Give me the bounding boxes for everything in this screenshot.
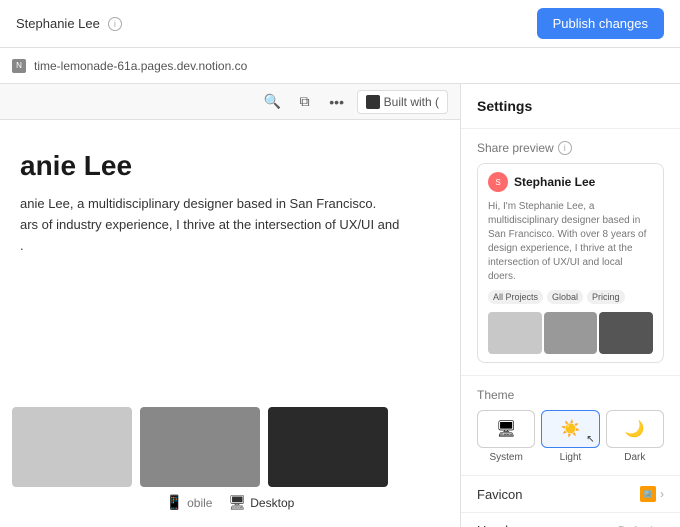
favicon-row[interactable]: Favicon ⚙️ › [461,476,680,513]
app-container: Stephanie Lee i Publish changes N time-l… [0,0,680,527]
preview-name: anie Lee [20,150,440,182]
url-text: time-lemonade-61a.pages.dev.notion.co [34,59,668,73]
more-options-icon[interactable]: ••• [325,90,349,114]
theme-dark-option[interactable]: 🌙 Dark [606,410,664,463]
header-label: Header [477,523,520,527]
share-preview-tags: All Projects Global Pricing [478,290,663,312]
notion-logo-icon [366,95,380,109]
main-area: 🔍 ⧉ ••• Built with ( anie Lee anie Lee, … [0,84,680,527]
publish-button[interactable]: Publish changes [537,8,664,39]
thumbnail-1 [12,407,132,487]
theme-dark-label: Dark [624,452,645,463]
avatar: S [488,172,508,192]
desktop-label: Desktop [250,496,294,510]
copy-icon[interactable]: ⧉ [293,90,317,114]
thumbnail-2 [140,407,260,487]
top-bar: Stephanie Lee i Publish changes [0,0,680,48]
thumbnail-3 [268,407,388,487]
theme-light-option[interactable]: ☀️ ↖ Light [541,410,599,463]
share-preview-top: S Stephanie Lee [478,164,663,200]
share-preview-label: Share preview i [477,141,664,155]
theme-system-icon-box: 🖥 [477,410,535,448]
desktop-view-option[interactable]: 🖥 Desktop [228,494,294,511]
favicon-chevron: › [660,487,664,501]
tag-all-projects: All Projects [488,290,543,304]
share-preview-card: S Stephanie Lee Hi, I'm Stephanie Lee, a… [477,163,664,363]
info-icon[interactable]: i [108,17,122,31]
preview-thumbnails [0,407,460,487]
share-preview-description: Hi, I'm Stephanie Lee, a multidisciplina… [478,200,663,290]
tag-pricing: Pricing [587,290,625,304]
header-value: Default › [618,524,664,527]
share-preview-name: Stephanie Lee [514,175,595,189]
view-toggle: 📱 obile 🖥 Desktop [0,486,460,519]
mobile-view-option[interactable]: 📱 obile [166,494,213,511]
header-value-text: Default [618,524,656,527]
built-with-label: Built with ( [384,95,439,109]
theme-options: 🖥 System ☀️ ↖ Light 🌙 [477,410,664,463]
favicon-icon: ⚙️ [640,486,656,502]
share-preview-info-icon[interactable]: i [558,141,572,155]
preview-desc-line3: . [20,238,24,253]
url-bar-row: N time-lemonade-61a.pages.dev.notion.co [0,48,680,84]
share-preview-images [478,312,663,362]
theme-dark-icon-box: 🌙 [606,410,664,448]
cursor-icon: ↖ [586,434,594,445]
dark-icon: 🌙 [625,419,645,439]
desktop-icon: 🖥 [228,494,246,511]
tag-global: Global [547,290,583,304]
preview-description: anie Lee, a multidisciplinary designer b… [20,194,440,256]
preview-content: anie Lee anie Lee, a multidisciplinary d… [0,120,460,286]
preview-desc-line2: ars of industry experience, I thrive at … [20,217,399,232]
preview-img-1 [488,312,542,354]
theme-label: Theme [477,388,664,402]
notion-favicon-icon: N [12,59,26,73]
settings-panel: Settings Share preview i S Stephanie Lee… [460,84,680,527]
theme-system-option[interactable]: 🖥 System [477,410,535,463]
mobile-label: obile [187,496,212,510]
preview-toolbar: 🔍 ⧉ ••• Built with ( [0,84,460,120]
theme-light-icon-box: ☀️ ↖ [541,410,599,448]
site-name: Stephanie Lee [16,16,100,31]
favicon-label: Favicon [477,487,523,502]
system-icon: 🖥 [496,419,516,439]
header-chevron: › [660,524,664,527]
theme-light-label: Light [560,452,582,463]
top-bar-left: Stephanie Lee i [16,16,122,31]
search-icon[interactable]: 🔍 [261,90,285,114]
theme-system-label: System [489,452,522,463]
preview-desc-line1: anie Lee, a multidisciplinary designer b… [20,196,376,211]
theme-section: Theme 🖥 System ☀️ ↖ Ligh [461,376,680,476]
light-icon: ☀️ [561,419,581,439]
preview-img-3 [599,312,653,354]
header-row[interactable]: Header Default › [461,513,680,527]
settings-title: Settings [461,84,680,129]
built-with-badge[interactable]: Built with ( [357,90,448,114]
preview-area: 🔍 ⧉ ••• Built with ( anie Lee anie Lee, … [0,84,460,527]
share-preview-section: Share preview i S Stephanie Lee Hi, I'm … [461,129,680,376]
mobile-icon: 📱 [166,494,183,511]
preview-img-2 [544,312,598,354]
favicon-value: ⚙️ › [640,486,664,502]
